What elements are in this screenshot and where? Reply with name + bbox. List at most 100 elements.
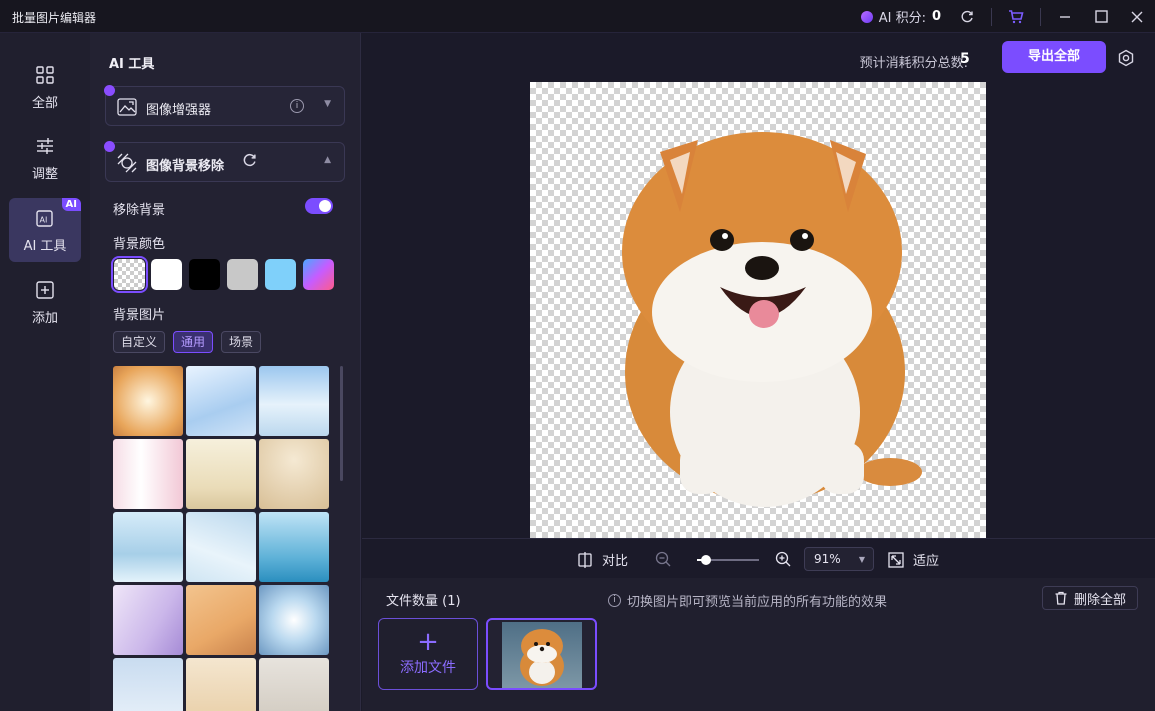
panel-scrollbar[interactable] — [340, 366, 343, 481]
bg-image-grid — [113, 366, 330, 711]
delete-all-label: 删除全部 — [1073, 592, 1126, 608]
estimate-label: 预计消耗积分总数: — [859, 56, 968, 71]
bg-color-label: 背景颜色 — [113, 237, 166, 252]
swatch-light-blue[interactable] — [265, 259, 296, 290]
hint: i 切换图片即可预览当前应用的所有功能的效果 — [608, 591, 887, 610]
bg-thumb[interactable] — [259, 366, 329, 436]
estimate-value: 5 — [960, 51, 970, 67]
tool-panel: AI 工具 图像增强器 i ▼ 图像背景移除 ▲ 移除背景 背景颜色 背景图片 … — [90, 33, 361, 711]
bg-thumb[interactable] — [259, 439, 329, 509]
zoom-value: 91% — [814, 552, 841, 566]
fit-button[interactable]: 适应 — [888, 550, 939, 569]
tab-general[interactable]: 通用 — [173, 331, 214, 353]
maximize-icon[interactable] — [1083, 0, 1119, 33]
ai-badge: AI — [61, 198, 81, 211]
compare-label: 对比 — [602, 554, 629, 569]
bg-thumb[interactable] — [259, 512, 329, 582]
zoom-in-icon[interactable] — [775, 551, 791, 567]
bg-thumb[interactable] — [113, 439, 183, 509]
svg-text:AI: AI — [40, 215, 48, 224]
rail-label: 全部 — [31, 95, 58, 111]
bg-thumb[interactable] — [259, 585, 329, 655]
swatch-gradient[interactable] — [303, 259, 334, 290]
zoom-select[interactable]: 91% ▼ — [804, 547, 874, 571]
swatch-transparent[interactable] — [111, 256, 148, 293]
plus-icon: + — [417, 627, 439, 657]
tab-custom[interactable]: 自定义 — [113, 331, 166, 353]
tool-label: 图像背景移除 — [146, 159, 225, 174]
close-icon[interactable] — [1119, 0, 1155, 33]
bg-thumb[interactable] — [186, 585, 256, 655]
chevron-up-icon[interactable]: ▲ — [324, 155, 331, 165]
dog-image — [622, 132, 922, 507]
ai-points-value: 0 — [931, 9, 941, 24]
tab-scene[interactable]: 场景 — [221, 331, 262, 353]
bg-thumb[interactable] — [259, 658, 329, 711]
title-bar: 批量图片编辑器 AI 积分: 0 — [0, 0, 1155, 33]
swatch-white[interactable] — [151, 259, 182, 290]
tool-background-remover[interactable]: 图像背景移除 ▲ — [104, 141, 345, 182]
zoom-slider-knob[interactable] — [701, 555, 711, 565]
remove-bg-label: 移除背景 — [113, 203, 166, 218]
remove-bg-toggle[interactable] — [305, 198, 333, 214]
enhance-image-icon — [116, 96, 138, 118]
rail-label: 调整 — [31, 166, 58, 182]
bg-thumb[interactable] — [113, 366, 183, 436]
hint-text: 切换图片即可预览当前应用的所有功能的效果 — [627, 595, 888, 610]
rail-item-ai-tools[interactable]: AI AI AI 工具 — [9, 198, 81, 262]
refresh-points-icon[interactable] — [949, 0, 985, 33]
export-all-button[interactable]: 导出全部 — [1002, 41, 1106, 73]
swatch-black[interactable] — [189, 259, 220, 290]
bg-image-label: 背景图片 — [113, 308, 166, 323]
file-thumbnail[interactable] — [486, 618, 597, 690]
rail-item-add[interactable]: 添加 — [9, 270, 81, 334]
ai-points: AI 积分: 0 — [860, 7, 941, 26]
file-count: 文件数量 (1) — [386, 594, 461, 609]
zoom-out-icon[interactable] — [655, 551, 671, 567]
bg-thumb[interactable] — [186, 366, 256, 436]
bg-thumb[interactable] — [186, 512, 256, 582]
new-badge-icon — [104, 141, 115, 152]
app-title: 批量图片编辑器 — [12, 11, 97, 25]
file-bar: 文件数量 (1) i 切换图片即可预览当前应用的所有功能的效果 删除全部 + 添… — [362, 578, 1155, 711]
settings-gear-icon[interactable] — [1117, 49, 1135, 67]
plus-square-icon — [34, 279, 56, 301]
rail-item-all[interactable]: 全部 — [9, 55, 81, 119]
delete-all-button[interactable]: 删除全部 — [1042, 586, 1138, 610]
left-rail: 全部 调整 AI AI AI 工具 添加 — [0, 33, 90, 711]
refresh-icon[interactable] — [242, 153, 257, 172]
add-file-label: 添加文件 — [400, 660, 456, 676]
fit-icon — [888, 551, 904, 568]
rail-label: 添加 — [31, 310, 58, 326]
tool-image-enhancer[interactable]: 图像增强器 i ▼ — [104, 85, 345, 126]
fit-label: 适应 — [913, 554, 940, 569]
chevron-down-icon: ▼ — [858, 555, 865, 564]
sliders-icon — [34, 135, 56, 157]
info-icon[interactable]: i — [290, 99, 304, 113]
trash-icon — [1055, 591, 1067, 605]
bg-thumb[interactable] — [186, 658, 256, 711]
compare-icon — [578, 551, 592, 568]
preview-canvas[interactable] — [530, 82, 986, 538]
info-icon: i — [608, 594, 621, 607]
main-area: 预计消耗积分总数: 5 导出全部 对比 91% ▼ 适应 文件数量 (1) i … — [362, 33, 1155, 711]
add-file-button[interactable]: + 添加文件 — [378, 618, 478, 690]
ai-points-icon — [860, 10, 873, 23]
remove-background-icon — [116, 152, 138, 174]
tool-label: 图像增强器 — [146, 103, 212, 118]
minimize-icon[interactable] — [1047, 0, 1083, 33]
panel-title: AI 工具 — [109, 57, 155, 72]
grid-icon — [34, 64, 56, 86]
chevron-down-icon[interactable]: ▼ — [324, 99, 331, 109]
file-thumbnail-image — [502, 622, 582, 688]
compare-button[interactable]: 对比 — [577, 550, 628, 569]
bg-thumb[interactable] — [186, 439, 256, 509]
ai-points-label: AI 积分: — [878, 11, 926, 26]
bg-thumb[interactable] — [113, 585, 183, 655]
bg-thumb[interactable] — [113, 658, 183, 711]
bg-thumb[interactable] — [113, 512, 183, 582]
cart-icon[interactable] — [998, 0, 1034, 33]
swatch-gray[interactable] — [227, 259, 258, 290]
rail-item-adjust[interactable]: 调整 — [9, 126, 81, 190]
new-badge-icon — [104, 85, 115, 96]
